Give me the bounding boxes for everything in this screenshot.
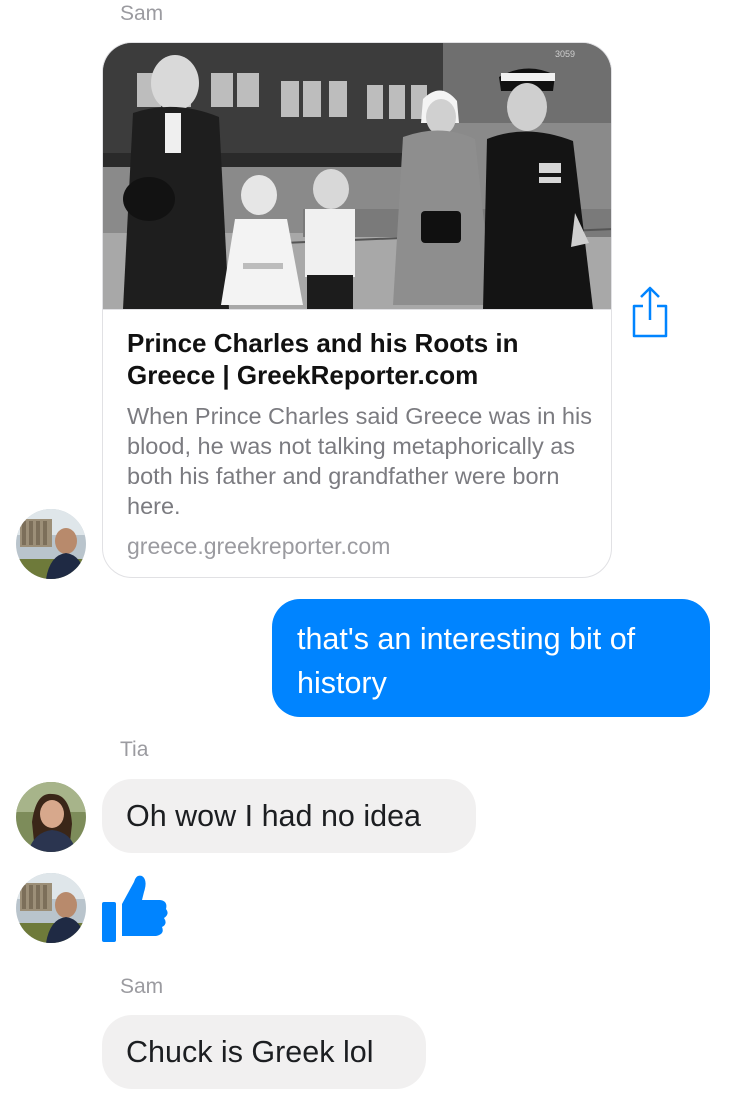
link-preview-image[interactable]: 3059 bbox=[103, 43, 611, 309]
like-icon[interactable] bbox=[100, 870, 170, 944]
link-preview-title[interactable]: Prince Charles and his Roots in Greece |… bbox=[127, 327, 597, 391]
share-icon[interactable] bbox=[630, 284, 670, 340]
link-preview-divider bbox=[103, 309, 611, 310]
link-preview-description: When Prince Charles said Greece was in h… bbox=[127, 403, 592, 519]
link-preview-domain: greece.greekreporter.com bbox=[127, 533, 391, 559]
sender-name: Tia bbox=[120, 738, 149, 761]
avatar-sam[interactable] bbox=[16, 509, 86, 579]
incoming-message-bubble[interactable]: Oh wow I had no idea bbox=[102, 779, 476, 853]
incoming-message-bubble[interactable]: Chuck is Greek lol bbox=[102, 1015, 426, 1089]
photo-number-text: 3059 bbox=[555, 49, 575, 59]
outgoing-message-bubble[interactable]: that's an interesting bit of history bbox=[272, 599, 710, 717]
sender-name: Sam bbox=[120, 2, 164, 25]
message-thread: Sam 3059 Prince Charles and his Roots in… bbox=[0, 0, 750, 1094]
avatar-tia[interactable] bbox=[16, 782, 86, 852]
avatar-sam[interactable] bbox=[16, 873, 86, 943]
sender-name: Sam bbox=[120, 975, 164, 998]
link-preview-card[interactable]: 3059 Prince Charles and his Roots in Gre… bbox=[102, 42, 612, 578]
